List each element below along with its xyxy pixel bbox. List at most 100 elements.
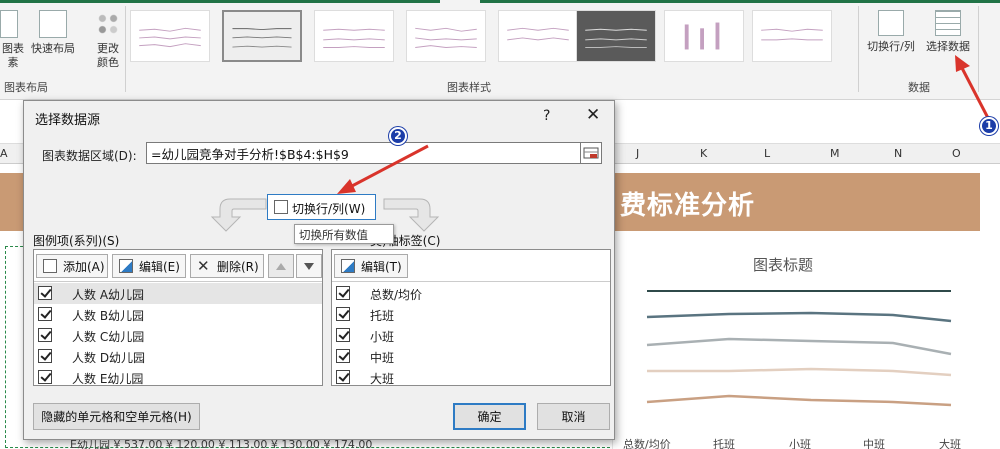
chart-style-7[interactable] <box>664 10 744 62</box>
ribbon-separator <box>125 6 126 92</box>
category-checkbox[interactable] <box>336 307 350 321</box>
category-checkbox[interactable] <box>336 370 350 384</box>
chart-data-range-label: 图表数据区域(D): <box>42 149 137 163</box>
axis-labels-list: 编辑(T) 总数/均价 托班 小班 中班 大班 <box>331 249 611 386</box>
chart-style-5[interactable] <box>498 10 578 62</box>
category-checkbox[interactable] <box>336 349 350 363</box>
axis-toolbar: 编辑(T) <box>332 250 610 282</box>
chart-series-line-4 <box>647 367 952 377</box>
quick-layout-button[interactable]: 快速布局 <box>28 10 78 56</box>
chart-style-6[interactable] <box>576 10 656 62</box>
select-data-label: 选择数据 <box>926 40 970 53</box>
legend-entries-list: 添加(A) 编辑(E) ✕ 删除(R) 人数 A幼儿园 人数 B幼儿园 人数 C… <box>33 249 323 386</box>
series-checkbox[interactable] <box>38 328 52 342</box>
hidden-empty-cells-button[interactable]: 隐藏的单元格和空单元格(H) <box>33 403 200 430</box>
add-chart-element-label: 图表 素 <box>2 42 24 69</box>
delete-icon: ✕ <box>197 257 210 275</box>
category-name: 小班 <box>370 330 395 344</box>
series-checkbox[interactable] <box>38 286 52 300</box>
select-data-icon <box>935 10 961 36</box>
delete-series-button[interactable]: ✕ 删除(R) <box>190 254 264 278</box>
chart-style-3[interactable] <box>314 10 394 62</box>
ribbon-accent-line-right <box>480 0 1000 3</box>
chart-series-line-3 <box>646 337 952 356</box>
legend-toolbar: 添加(A) 编辑(E) ✕ 删除(R) <box>34 250 322 282</box>
range-collapse-icon[interactable] <box>580 142 602 164</box>
change-colors-button[interactable]: 更改 颜色 <box>88 10 128 70</box>
help-button[interactable]: ? <box>543 108 550 124</box>
column-header-m[interactable]: M <box>830 147 840 160</box>
series-name: 人数 A幼儿园 <box>72 288 145 302</box>
chart-style-2[interactable] <box>222 10 302 62</box>
chart-category-label: 小班 <box>789 438 811 449</box>
annotation-badge-1: 1 <box>980 117 998 135</box>
category-checkbox[interactable] <box>336 328 350 342</box>
select-data-ribbon-button[interactable]: 选择数据 <box>922 10 974 54</box>
list-item[interactable]: 大班 <box>332 367 610 386</box>
edit-axis-labels-button[interactable]: 编辑(T) <box>334 254 408 278</box>
data-group-label: 数据 <box>908 81 930 94</box>
category-name: 大班 <box>370 372 395 386</box>
list-item[interactable]: 人数 B幼儿园 <box>34 304 322 325</box>
list-item[interactable]: 人数 C幼儿园 <box>34 325 322 346</box>
chart-category-label: 托班 <box>713 438 735 449</box>
switch-row-column-button[interactable]: 切换行/列(W) <box>267 194 376 220</box>
series-checkbox[interactable] <box>38 307 52 321</box>
change-colors-label: 更改 颜色 <box>97 42 119 69</box>
edit-series-label: 编辑(E) <box>139 259 180 274</box>
add-series-icon <box>43 259 57 273</box>
column-header-o[interactable]: O <box>952 147 961 160</box>
column-header-a[interactable]: A <box>0 147 8 160</box>
series-checkbox[interactable] <box>38 349 52 363</box>
switch-row-column-ribbon-button[interactable]: 切换行/列 <box>862 10 920 54</box>
category-name: 中班 <box>370 351 395 365</box>
list-item[interactable]: 中班 <box>332 346 610 367</box>
ribbon-separator <box>978 6 979 92</box>
column-header-n[interactable]: N <box>894 147 902 160</box>
chart-data-range-input[interactable] <box>146 142 582 164</box>
list-item[interactable]: 人数 D幼儿园 <box>34 346 322 367</box>
move-down-button[interactable] <box>296 254 322 278</box>
list-item[interactable]: 人数 E幼儿园 <box>34 367 322 386</box>
list-item[interactable]: 托班 <box>332 304 610 325</box>
chart-series-line-2 <box>646 311 952 323</box>
chart-style-gallery <box>130 10 850 65</box>
line-chart[interactable]: 图表标题 总数/均价 托班 小班 中班 大班 <box>612 240 1000 449</box>
triangle-down-icon <box>304 263 314 270</box>
category-name: 总数/均价 <box>370 288 423 302</box>
cancel-button[interactable]: 取消 <box>537 403 610 430</box>
triangle-up-icon <box>276 263 286 270</box>
chart-category-label: 大班 <box>939 438 961 449</box>
ok-button[interactable]: 确定 <box>453 403 526 430</box>
dialog-title: 选择数据源 <box>35 113 101 128</box>
series-checkbox[interactable] <box>38 370 52 384</box>
list-item[interactable]: 总数/均价 <box>332 283 610 304</box>
quick-layout-label: 快速布局 <box>31 42 75 55</box>
list-item[interactable]: 人数 A幼儿园 <box>34 283 322 304</box>
move-up-button[interactable] <box>268 254 294 278</box>
column-header-j[interactable]: J <box>636 147 639 160</box>
chart-style-4[interactable] <box>406 10 486 62</box>
add-series-button[interactable]: 添加(A) <box>36 254 108 278</box>
column-header-k[interactable]: K <box>700 147 707 160</box>
edit-series-button[interactable]: 编辑(E) <box>112 254 186 278</box>
series-name: 人数 E幼儿园 <box>72 372 144 386</box>
chart-style-8[interactable] <box>752 10 832 62</box>
close-button[interactable]: ✕ <box>586 105 600 125</box>
chart-title[interactable]: 图表标题 <box>753 254 813 275</box>
left-curved-arrow-icon <box>210 198 267 232</box>
select-data-source-dialog: 选择数据源 ? ✕ 图表数据区域(D): 切换行/列(W) 图例项(系列)(S)… <box>23 100 615 440</box>
category-checkbox[interactable] <box>336 286 350 300</box>
chart-layout-group-label: 图表布局 <box>4 81 48 94</box>
add-series-label: 添加(A) <box>63 259 105 274</box>
add-chart-element-button[interactable]: 图表 素 <box>0 10 26 70</box>
series-name: 人数 B幼儿园 <box>72 309 145 323</box>
chart-style-1[interactable] <box>130 10 210 62</box>
list-item[interactable]: 小班 <box>332 325 610 346</box>
column-header-l[interactable]: L <box>764 147 770 160</box>
edit-icon <box>119 259 133 273</box>
chart-series-line-5 <box>646 394 952 407</box>
edit-icon <box>341 259 355 273</box>
ribbon: 图表 素 快速布局 更改 颜色 图表布局 图表样式 切换行/列 选择数据 数据 <box>0 0 1000 100</box>
annotation-badge-2: 2 <box>389 127 407 145</box>
